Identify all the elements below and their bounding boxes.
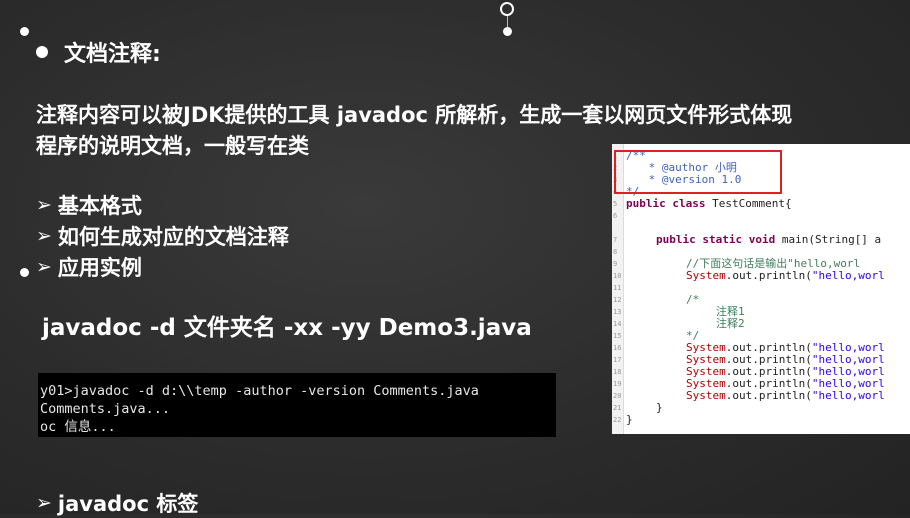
paragraph-line-1: 注释内容可以被JDK提供的工具 javadoc 所解析，生成一套以网页文件形式体… [36, 103, 793, 127]
highlight-box [614, 150, 782, 194]
sub-item-basic-format: ➢ 基本格式 [36, 194, 142, 218]
sub-item-generate-doc: ➢ 如何生成对应的文档注释 [36, 225, 289, 249]
code-line: System.out.println("hello,worl [686, 269, 885, 282]
sub-item-example: ➢ 应用实例 [36, 256, 142, 280]
code-line: /* [686, 293, 700, 306]
terminal-line: oc 信息... [40, 419, 116, 435]
terminal-line: y01>javadoc -d d:\\temp -author -version… [40, 383, 479, 399]
code-line: public class TestComment{ [626, 197, 792, 210]
code-line: public static void main(String[] a [656, 233, 882, 246]
slide-heading: 文档注释: [36, 36, 161, 68]
code-line: 注释2 [716, 317, 745, 330]
arrow-bullet-icon: ➢ [36, 492, 52, 514]
arrow-bullet-icon: ➢ [36, 225, 52, 247]
rotate-handle[interactable] [500, 2, 514, 16]
code-line: } [626, 413, 633, 426]
javadoc-command: javadoc -d 文件夹名 -xx -yy Demo3.java [42, 315, 532, 341]
terminal-line: Comments.java... [40, 401, 171, 417]
code-line: System.out.println("hello,worl [686, 389, 885, 402]
code-line: } [656, 401, 663, 414]
left-resize-handle[interactable] [20, 268, 29, 277]
terminal-screenshot: y01>javadoc -d d:\\temp -author -version… [38, 373, 556, 437]
arrow-bullet-icon: ➢ [36, 256, 52, 278]
top-resize-handle[interactable] [503, 27, 512, 36]
heading-text: 文档注释: [64, 42, 161, 67]
arrow-bullet-icon: ➢ [36, 194, 52, 216]
top-left-resize-handle[interactable] [20, 27, 29, 36]
bullet-dot-icon [36, 46, 48, 58]
